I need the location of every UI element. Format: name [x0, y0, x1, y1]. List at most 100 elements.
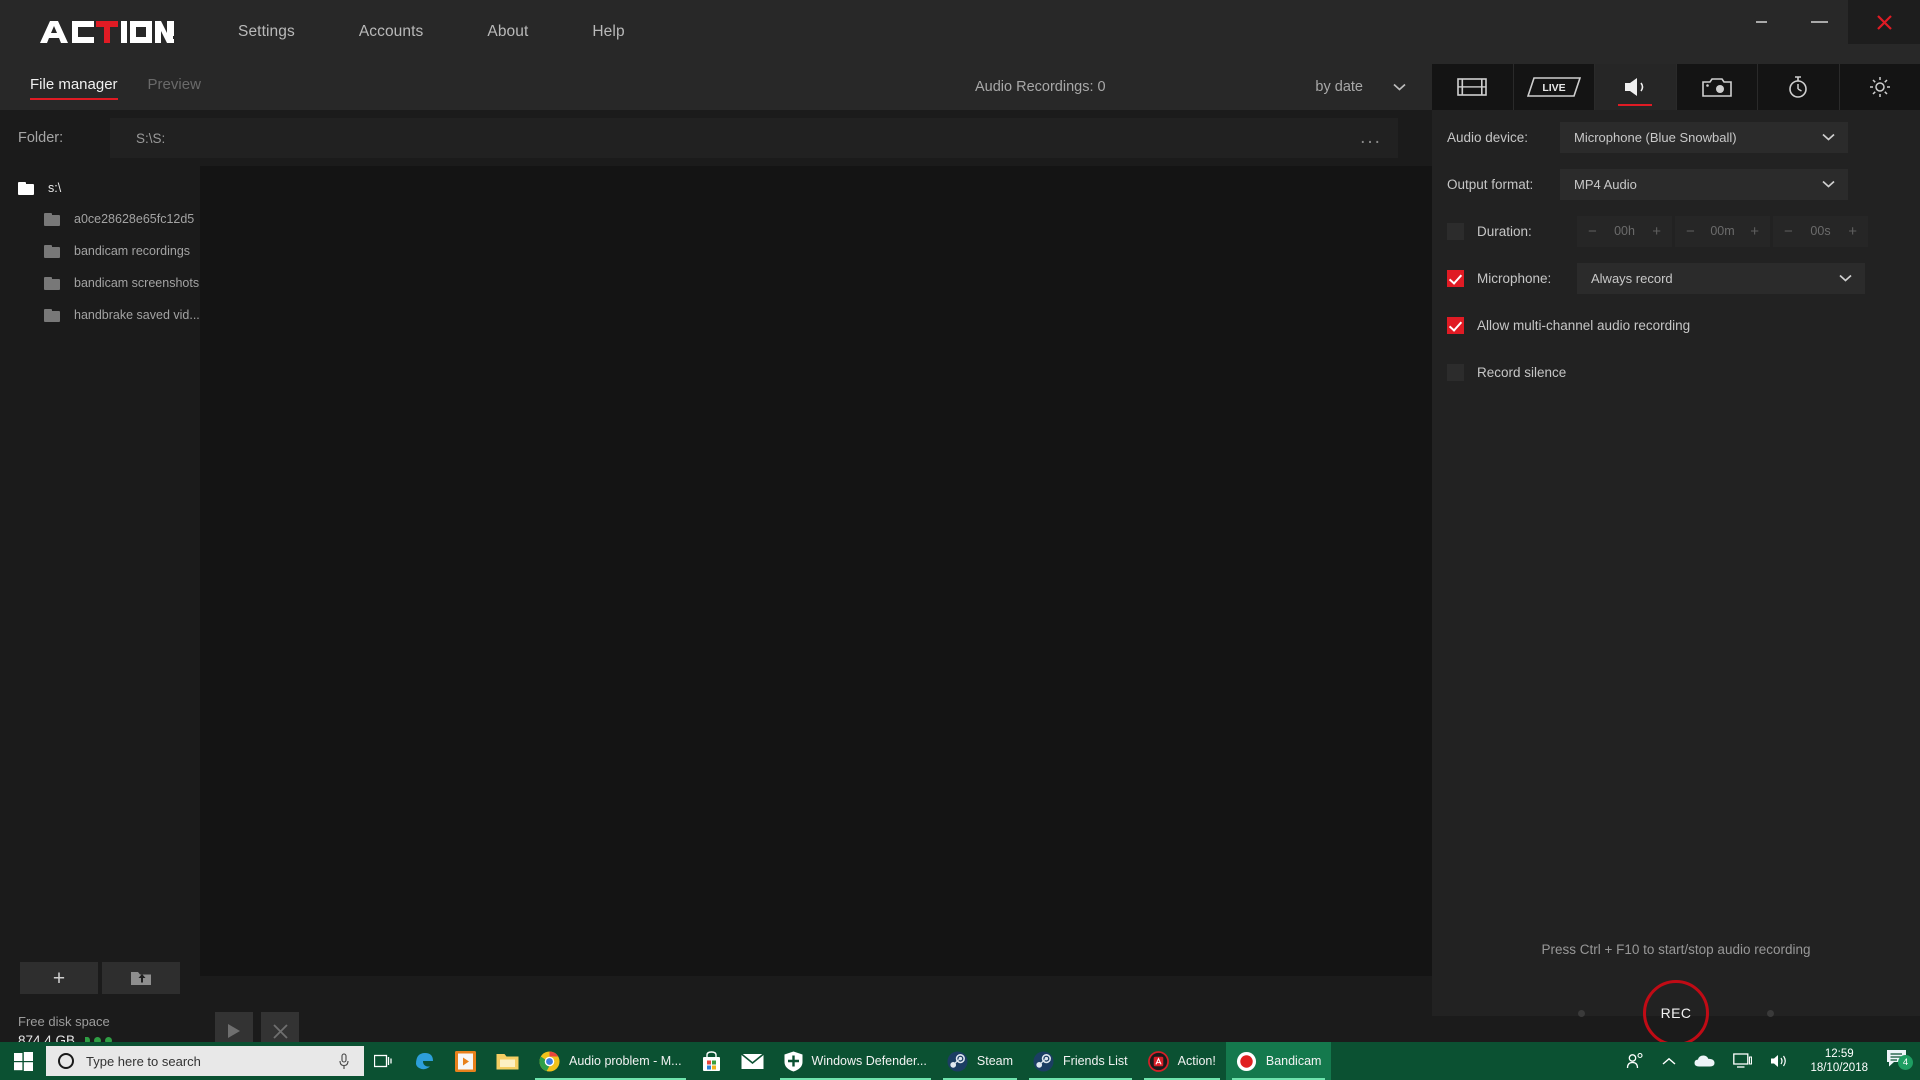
window-controls	[1732, 0, 1920, 64]
onedrive-icon	[1694, 1055, 1715, 1067]
start-button[interactable]	[0, 1042, 46, 1080]
browse-folder-button[interactable]: ...	[1350, 118, 1392, 158]
menu-item-settings[interactable]: Settings	[238, 17, 295, 47]
show-hidden-icons-button[interactable]	[1653, 1057, 1685, 1066]
audio-device-select[interactable]: Microphone (Blue Snowball)	[1560, 121, 1848, 153]
close-icon	[1876, 14, 1892, 30]
minus-icon[interactable]: −	[1588, 224, 1597, 239]
sort-label: by date	[1315, 79, 1363, 95]
chevron-down-icon	[1393, 83, 1406, 91]
volume-button[interactable]	[1761, 1053, 1798, 1069]
tab-benchmark[interactable]	[1758, 64, 1840, 110]
plus-icon[interactable]: +	[1750, 224, 1759, 239]
taskbar-item-microsoft-store[interactable]	[692, 1042, 731, 1080]
duration-checkbox[interactable]	[1447, 222, 1464, 240]
duration-hours-stepper[interactable]: − 00h +	[1577, 215, 1672, 247]
taskbar-item-steam[interactable]: Steam	[937, 1042, 1023, 1080]
free-disk-space-label: Free disk space	[18, 1014, 110, 1029]
folder-label: Folder:	[18, 130, 64, 146]
folder-path-field[interactable]: S:\S: ...	[110, 118, 1398, 158]
network-button[interactable]	[1724, 1053, 1761, 1069]
duration-minutes-stepper[interactable]: − 00m +	[1675, 215, 1770, 247]
taskbar-item-bandicam[interactable]: Bandicam	[1225, 1042, 1332, 1080]
menu-item-about[interactable]: About	[487, 17, 528, 47]
title-bar: Settings Accounts About Help	[0, 0, 1920, 64]
add-folder-button[interactable]: +	[20, 962, 98, 994]
tab-video[interactable]	[1432, 64, 1514, 110]
steam-icon	[947, 1050, 968, 1072]
people-button[interactable]	[1617, 1052, 1653, 1070]
clock-time: 12:59	[1824, 1048, 1854, 1060]
task-view-button[interactable]	[364, 1042, 403, 1080]
tab-file-manager[interactable]: File manager	[30, 76, 118, 100]
microphone-row: Microphone: Always record	[1432, 258, 1920, 298]
sort-dropdown[interactable]: by date	[1315, 64, 1406, 110]
menu-item-help[interactable]: Help	[592, 17, 624, 47]
taskbar-item-windows-defender[interactable]: Windows Defender...	[774, 1042, 937, 1080]
collapse-to-tray-button[interactable]	[1732, 0, 1790, 44]
output-format-select[interactable]: MP4 Audio	[1560, 168, 1848, 200]
system-tray: 12:59 18/10/2018 4	[1617, 1042, 1920, 1080]
tree-item[interactable]: bandicam screenshots	[0, 267, 200, 299]
minus-icon[interactable]: −	[1784, 224, 1793, 239]
folder-icon	[44, 212, 60, 226]
menu-item-accounts[interactable]: Accounts	[359, 17, 424, 47]
record-button-label: REC	[1660, 1005, 1692, 1021]
close-button[interactable]	[1848, 0, 1920, 44]
notifications-button[interactable]: 4	[1880, 1049, 1920, 1073]
taskbar-item-label: Audio problem - M...	[569, 1054, 682, 1068]
tab-live[interactable]: LIVE	[1514, 64, 1595, 110]
tree-item[interactable]: handbrake saved vid...	[0, 299, 200, 331]
clock[interactable]: 12:59 18/10/2018	[1798, 1047, 1880, 1075]
tree-item-label: handbrake saved vid...	[74, 308, 200, 322]
taskbar-item-mail[interactable]	[731, 1042, 774, 1080]
minus-icon[interactable]: −	[1686, 224, 1695, 239]
onedrive-button[interactable]	[1685, 1054, 1724, 1068]
taskbar-item-file-explorer[interactable]	[486, 1042, 529, 1080]
tab-settings[interactable]	[1840, 64, 1920, 110]
output-format-label: Output format:	[1447, 176, 1534, 192]
file-explorer-icon	[496, 1053, 519, 1069]
microphone-icon	[339, 1053, 349, 1069]
tree-item[interactable]: a0ce28628e65fc12d5	[0, 203, 200, 235]
taskbar-item-chrome-audio-problem[interactable]: Audio problem - M...	[529, 1042, 692, 1080]
search-input[interactable]: Type here to search	[46, 1046, 364, 1076]
chevron-up-icon	[1662, 1057, 1676, 1065]
taskbar-item-action[interactable]: Action!	[1138, 1042, 1226, 1080]
record-button[interactable]: REC	[1643, 980, 1709, 1046]
duration-seconds-value: 00s	[1810, 224, 1831, 238]
open-folder-button[interactable]	[102, 962, 180, 994]
plus-icon[interactable]: +	[1652, 224, 1661, 239]
tree-item[interactable]: bandicam recordings	[0, 235, 200, 267]
duration-hours-value: 00h	[1614, 224, 1635, 238]
taskbar-item-label: Windows Defender...	[811, 1054, 927, 1068]
folder-row: Folder: S:\S: ...	[0, 110, 1432, 166]
taskbar-item-friends-list[interactable]: Friends List	[1023, 1042, 1138, 1080]
duration-seconds-stepper[interactable]: − 00s +	[1773, 215, 1868, 247]
tab-audio[interactable]	[1595, 64, 1677, 110]
tree-item-label: bandicam recordings	[74, 244, 191, 258]
microphone-checkbox[interactable]	[1447, 269, 1464, 287]
recordings-list-area[interactable]	[200, 166, 1432, 976]
minimize-button[interactable]	[1790, 0, 1848, 44]
folder-icon	[44, 276, 60, 290]
record-silence-checkbox[interactable]	[1447, 363, 1464, 381]
audio-recordings-count: Audio Recordings: 0	[975, 79, 1106, 95]
microphone-mode-select[interactable]: Always record	[1577, 262, 1865, 294]
plus-icon[interactable]: +	[1848, 224, 1857, 239]
taskbar-item-label: Steam	[976, 1054, 1014, 1068]
duration-minutes-value: 00m	[1710, 224, 1735, 238]
folder-icon	[44, 244, 60, 258]
tab-preview[interactable]: Preview	[148, 76, 201, 98]
tree-root-label: s:\	[48, 181, 62, 195]
taskbar-item-movies-tv[interactable]	[445, 1042, 486, 1080]
taskbar-item-edge[interactable]	[403, 1042, 445, 1080]
film-strip-icon	[1457, 78, 1488, 96]
audio-device-row: Audio device: Microphone (Blue Snowball)	[1432, 117, 1920, 157]
tree-root-item[interactable]: s:\	[0, 173, 200, 203]
plus-icon: +	[52, 966, 66, 990]
chevron-down-icon	[1839, 274, 1852, 282]
network-icon	[1733, 1053, 1753, 1068]
multichannel-checkbox[interactable]	[1447, 316, 1464, 334]
tab-screenshot[interactable]	[1677, 64, 1758, 110]
